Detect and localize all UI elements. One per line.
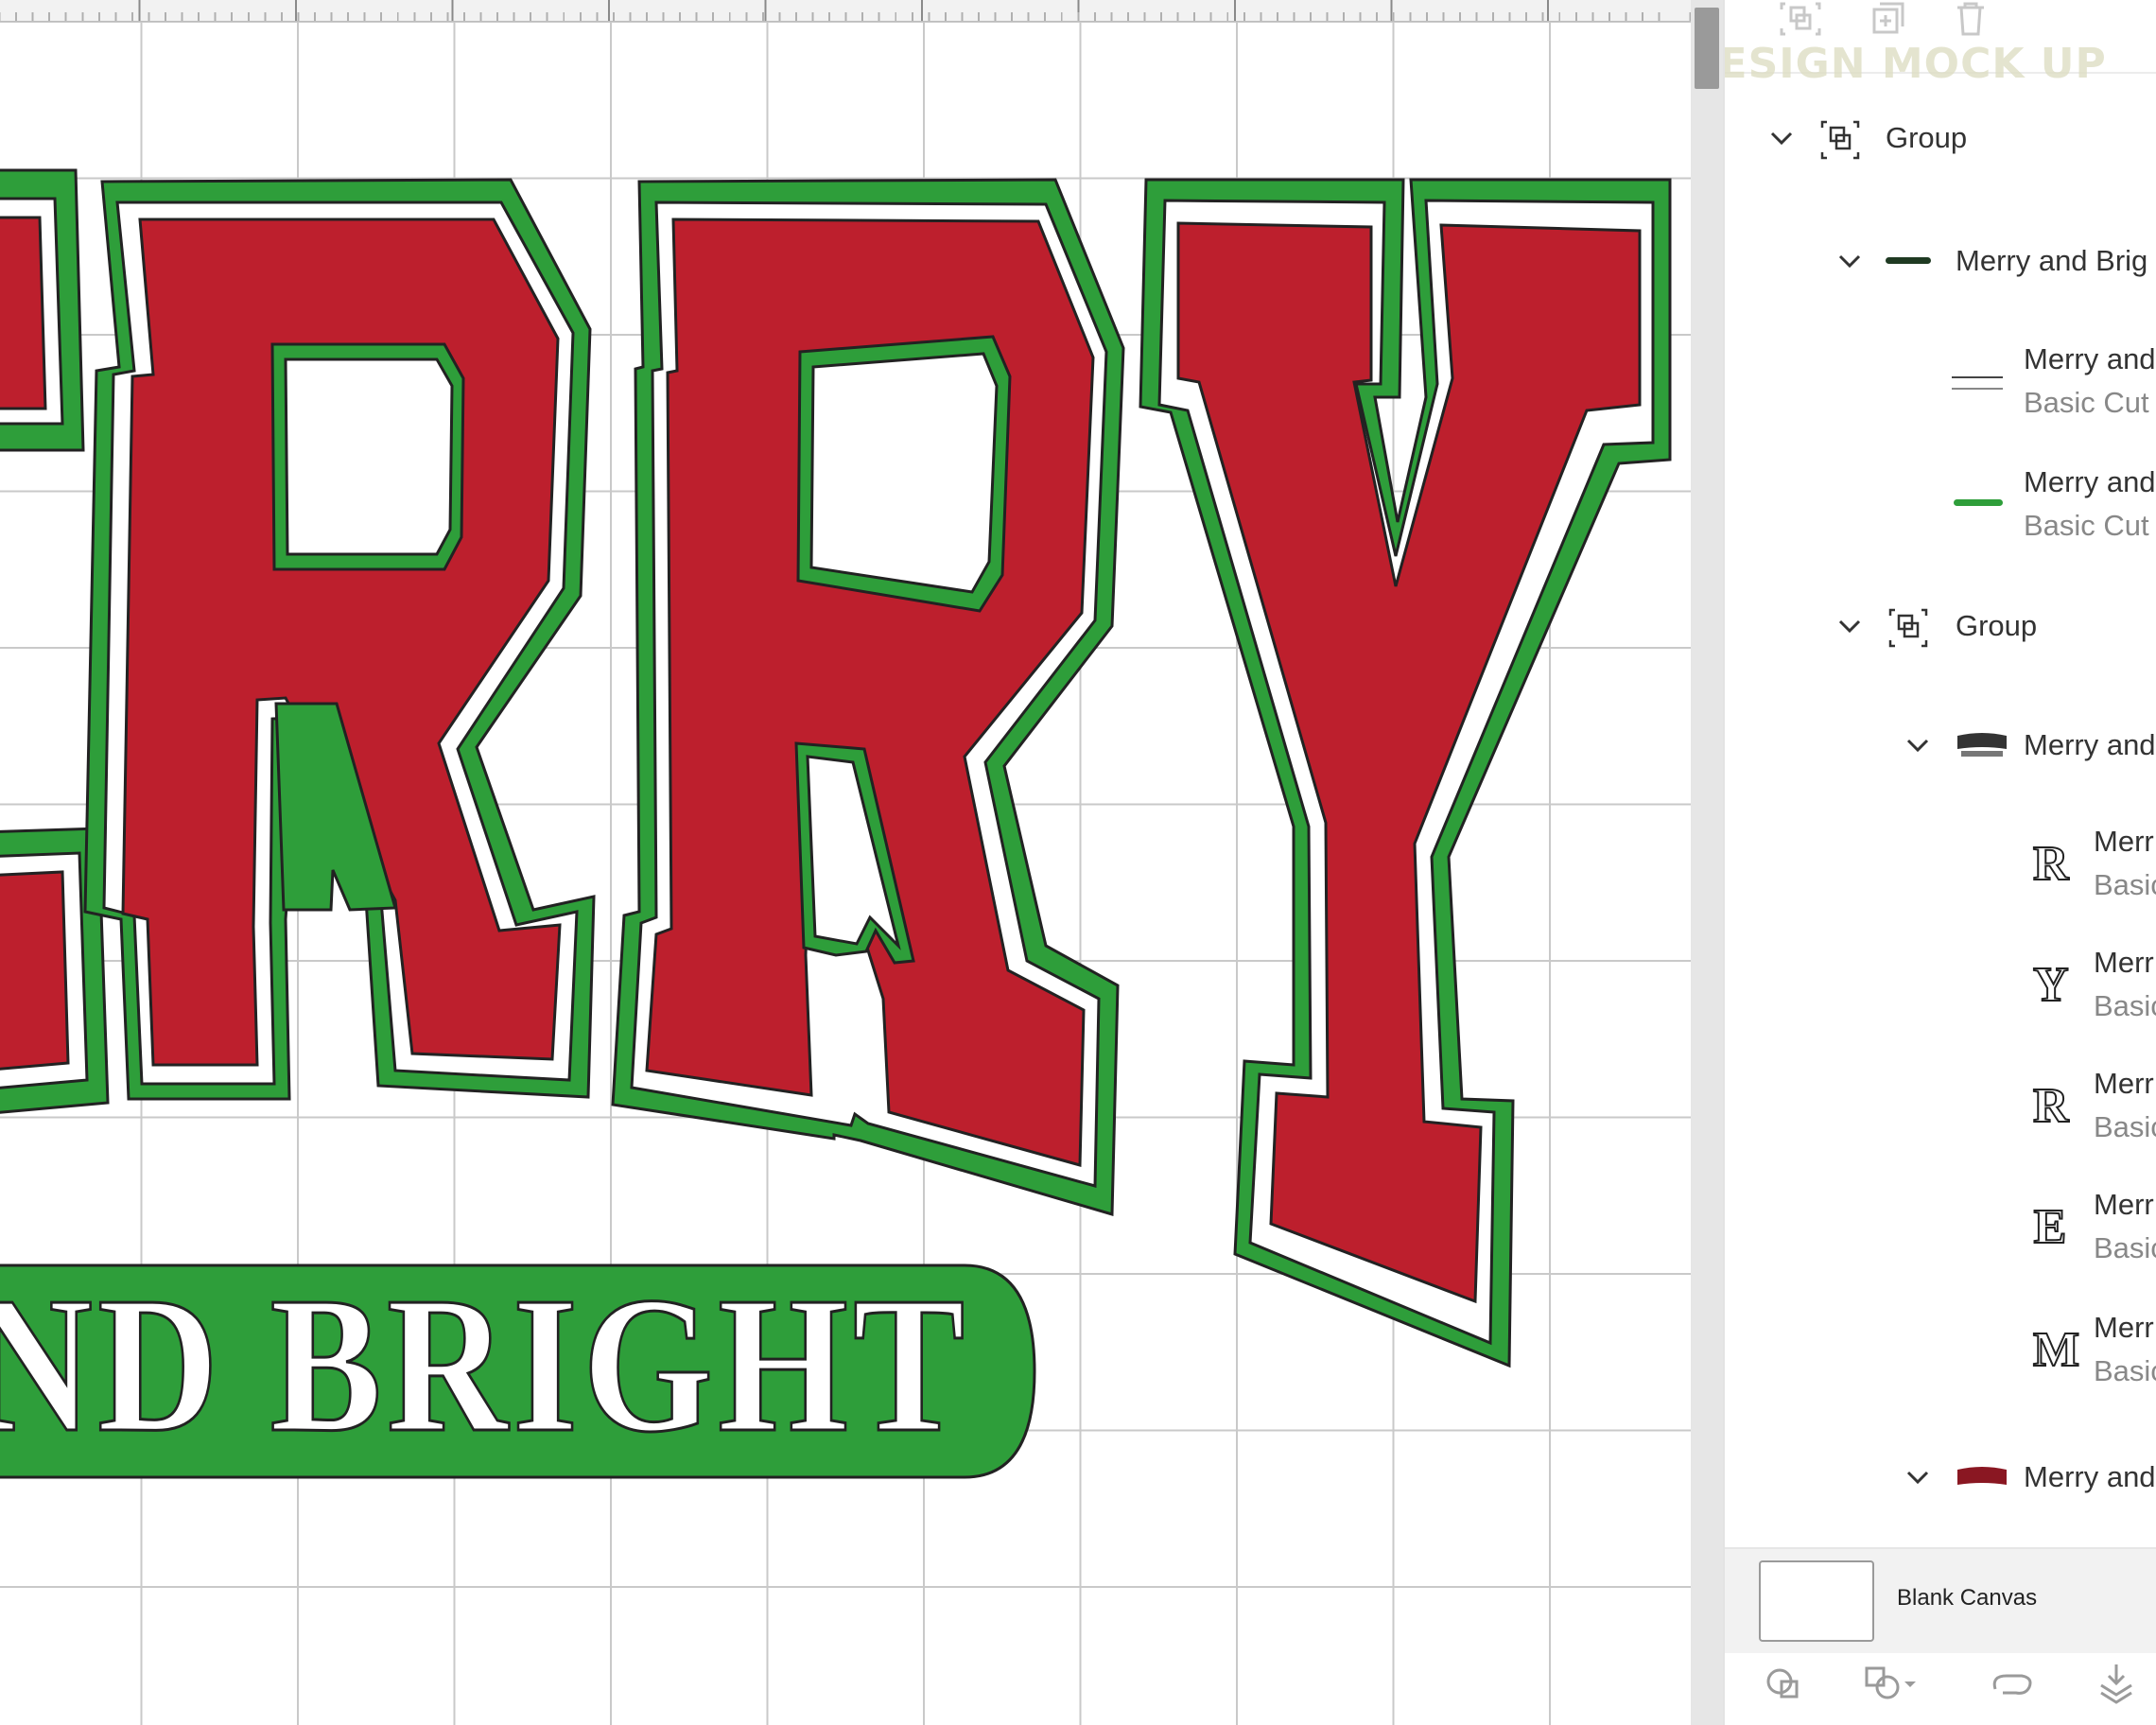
layer-label: Merr — [2094, 1311, 2154, 1344]
layer-label: Merry and — [2024, 465, 2156, 498]
layer-row-group-1[interactable]: Group — [1725, 110, 2156, 166]
duplicate-icon[interactable] — [1863, 0, 1908, 38]
layer-label: Merry and — [2024, 728, 2156, 761]
band-text: ND BRIGHT — [0, 1256, 970, 1472]
layer-label: Merry and — [2024, 1460, 2156, 1493]
flatten-icon[interactable] — [2088, 1661, 2145, 1714]
layer-label: Merr — [2094, 1067, 2154, 1100]
layer-sublabel: Basic — [2094, 868, 2156, 901]
merry-black-thumb-icon — [1956, 730, 2008, 758]
layer-label: Group — [1956, 609, 2038, 642]
layers-bottom-toolbar — [1725, 1653, 2156, 1725]
combine-icon[interactable] — [1861, 1661, 1918, 1714]
chevron-down-icon[interactable] — [1904, 732, 1931, 758]
letter-thumb-icon: Y — [2032, 958, 2070, 1013]
watermark: DESIGN MOCK UP — [1723, 40, 2107, 88]
layer-row-merry-black[interactable]: Merry and — [1725, 717, 2156, 774]
group-icon — [1819, 119, 1861, 161]
layer-row-green-cut[interactable]: Merry and Basic Cut — [1725, 465, 2156, 550]
chevron-down-icon[interactable] — [1904, 1464, 1931, 1490]
layer-row-merry-outline[interactable]: Merry and Brig — [1725, 233, 2156, 289]
layer-row-letter-r[interactable]: R Merr Basic — [1725, 825, 2156, 910]
blank-canvas-row[interactable]: Blank Canvas — [1725, 1547, 2156, 1655]
layer-row-letter-e[interactable]: E Merr Basic — [1725, 1188, 2156, 1273]
layer-label: Merr — [2094, 1188, 2154, 1221]
layer-row-merry-red[interactable]: Merry and — [1725, 1449, 2156, 1506]
layer-label: Merr — [2094, 946, 2154, 979]
group-icon — [1887, 607, 1929, 649]
layer-row-text-cut[interactable]: Merry and Basic Cut — [1725, 340, 2156, 426]
layer-label: Merry and Brig — [1956, 244, 2148, 277]
chevron-down-icon[interactable] — [1768, 125, 1795, 151]
blank-canvas-label: Blank Canvas — [1897, 1585, 2038, 1611]
merry-red-thumb-icon — [1956, 1464, 2008, 1489]
layer-row-letter-y[interactable]: Y Merr Basic — [1725, 946, 2156, 1031]
letter-thumb-icon: M — [2032, 1323, 2080, 1378]
layer-sublabel: Basic Cut — [2024, 509, 2149, 542]
green-line-thumb-icon — [1954, 499, 2003, 506]
tiny-text-thumb-icon — [1952, 376, 2003, 390]
layer-sublabel: Basic — [2094, 1354, 2156, 1387]
layer-sublabel: Basic — [2094, 1231, 2156, 1264]
delete-icon[interactable] — [1948, 0, 1993, 38]
group-icon[interactable] — [1778, 0, 1823, 38]
letter-thumb-icon: R — [2032, 1079, 2070, 1134]
layer-sublabel: Basic — [2094, 989, 2156, 1022]
letter-y — [1139, 178, 1672, 1368]
layers-panel: DESIGN MOCK UP Group Merry and Brig Merr… — [1723, 0, 2156, 1725]
letter-r-1 — [83, 178, 596, 1101]
blank-canvas-thumbnail[interactable] — [1759, 1560, 1874, 1642]
layer-sublabel: Basic — [2094, 1110, 2156, 1143]
chevron-down-icon[interactable] — [1836, 613, 1863, 639]
layer-row-letter-r[interactable]: R Merr Basic — [1725, 1067, 2156, 1152]
layer-label: Merr — [2094, 825, 2154, 858]
chevron-down-icon[interactable] — [1836, 248, 1863, 274]
letter-thumb-icon: E — [2033, 1200, 2068, 1255]
letter-r-2 — [611, 178, 1125, 1216]
layer-label: Merry and — [2024, 342, 2156, 375]
slice-icon[interactable] — [1757, 1661, 1814, 1714]
dark-line-thumb-icon — [1886, 257, 1931, 264]
layer-sublabel: Basic Cut — [2024, 386, 2149, 419]
layer-label: Group — [1886, 121, 1968, 154]
layer-row-group-2[interactable]: Group — [1725, 598, 2156, 654]
scrollbar-thumb[interactable] — [1695, 8, 1719, 89]
canvas-vertical-scrollbar[interactable] — [1691, 0, 1723, 1725]
design-canvas[interactable]: ND BRIGHT — [0, 0, 1691, 1725]
attach-icon[interactable] — [1984, 1661, 2041, 1714]
layer-row-letter-m[interactable]: M Merr Basic — [1725, 1311, 2156, 1396]
letter-thumb-icon: R — [2032, 837, 2070, 892]
